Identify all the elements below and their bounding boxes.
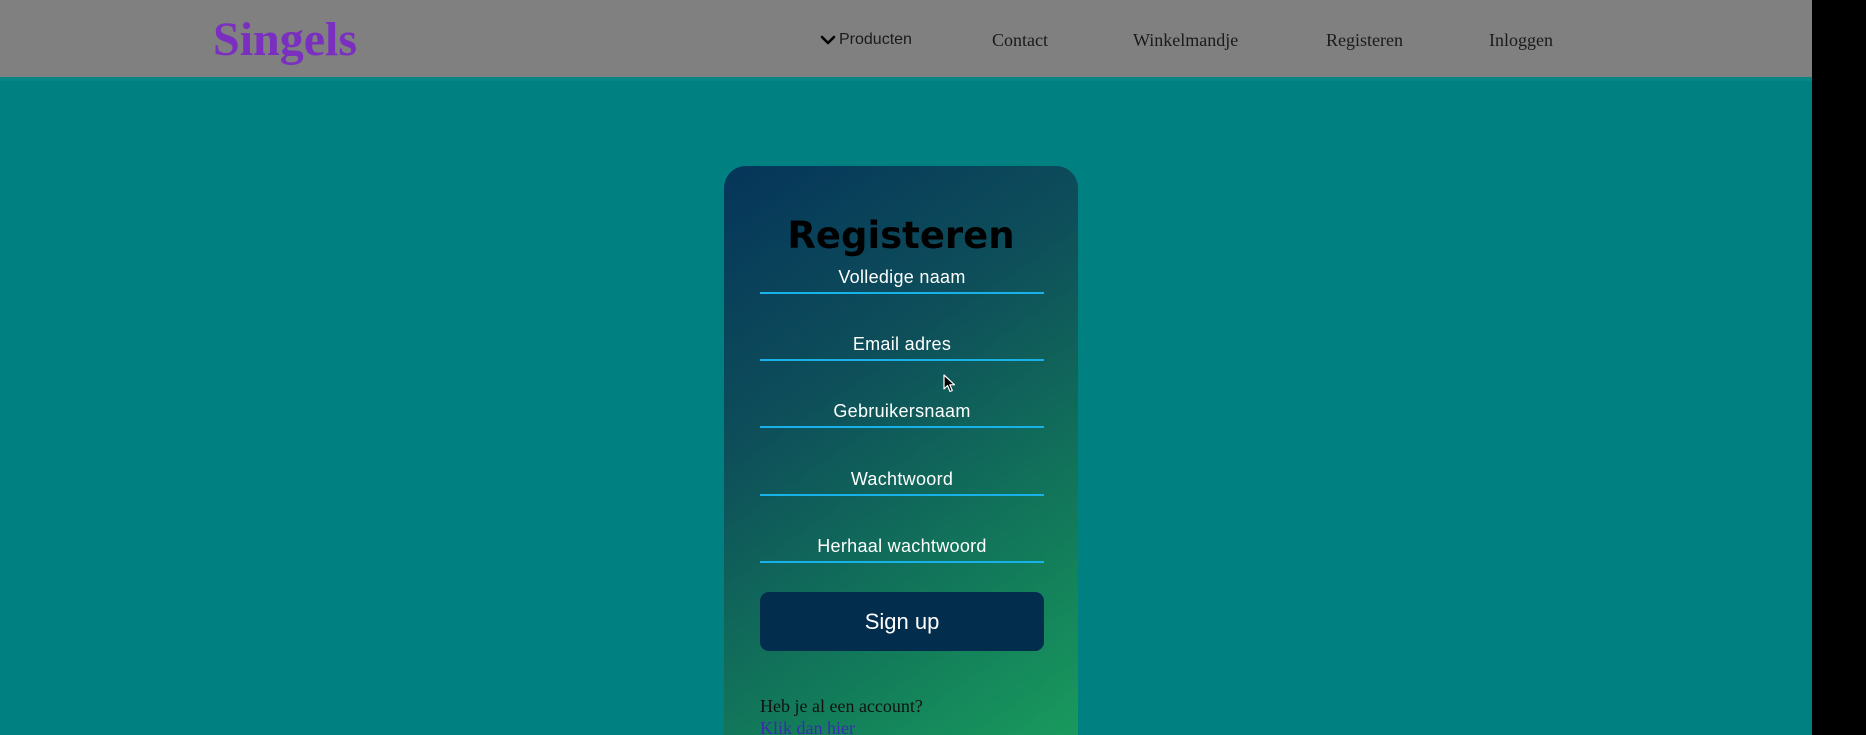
- chevron-down-icon: [820, 35, 836, 45]
- full-name-field[interactable]: Volledige naam: [760, 264, 1044, 294]
- username-field[interactable]: Gebruikersnaam: [760, 398, 1044, 428]
- nav-register[interactable]: Registeren: [1326, 28, 1403, 52]
- account-question-text: Heb je al een account?: [760, 696, 923, 716]
- brand-logo[interactable]: Singels: [213, 10, 357, 70]
- login-link[interactable]: Klik dan hier: [760, 717, 855, 735]
- email-field[interactable]: Email adres: [760, 331, 1044, 361]
- repeat-password-field[interactable]: Herhaal wachtwoord: [760, 533, 1044, 563]
- mouse-cursor-icon: [943, 374, 956, 393]
- register-card: Registeren Volledige naam Email adres Ge…: [724, 166, 1078, 735]
- form-title: Registeren: [787, 214, 1015, 257]
- nav-contact[interactable]: Contact: [992, 28, 1048, 52]
- nav-cart[interactable]: Winkelmandje: [1133, 28, 1238, 52]
- page-viewport: Singels Producten Contact Winkelmandje R…: [0, 0, 1812, 735]
- nav-products-label: Producten: [839, 31, 912, 48]
- nav-products-dropdown[interactable]: Producten: [820, 28, 912, 52]
- top-navbar: Singels Producten Contact Winkelmandje R…: [0, 0, 1812, 81]
- signup-button[interactable]: Sign up: [760, 592, 1044, 651]
- nav-login[interactable]: Inloggen: [1489, 28, 1553, 52]
- password-field[interactable]: Wachtwoord: [760, 466, 1044, 496]
